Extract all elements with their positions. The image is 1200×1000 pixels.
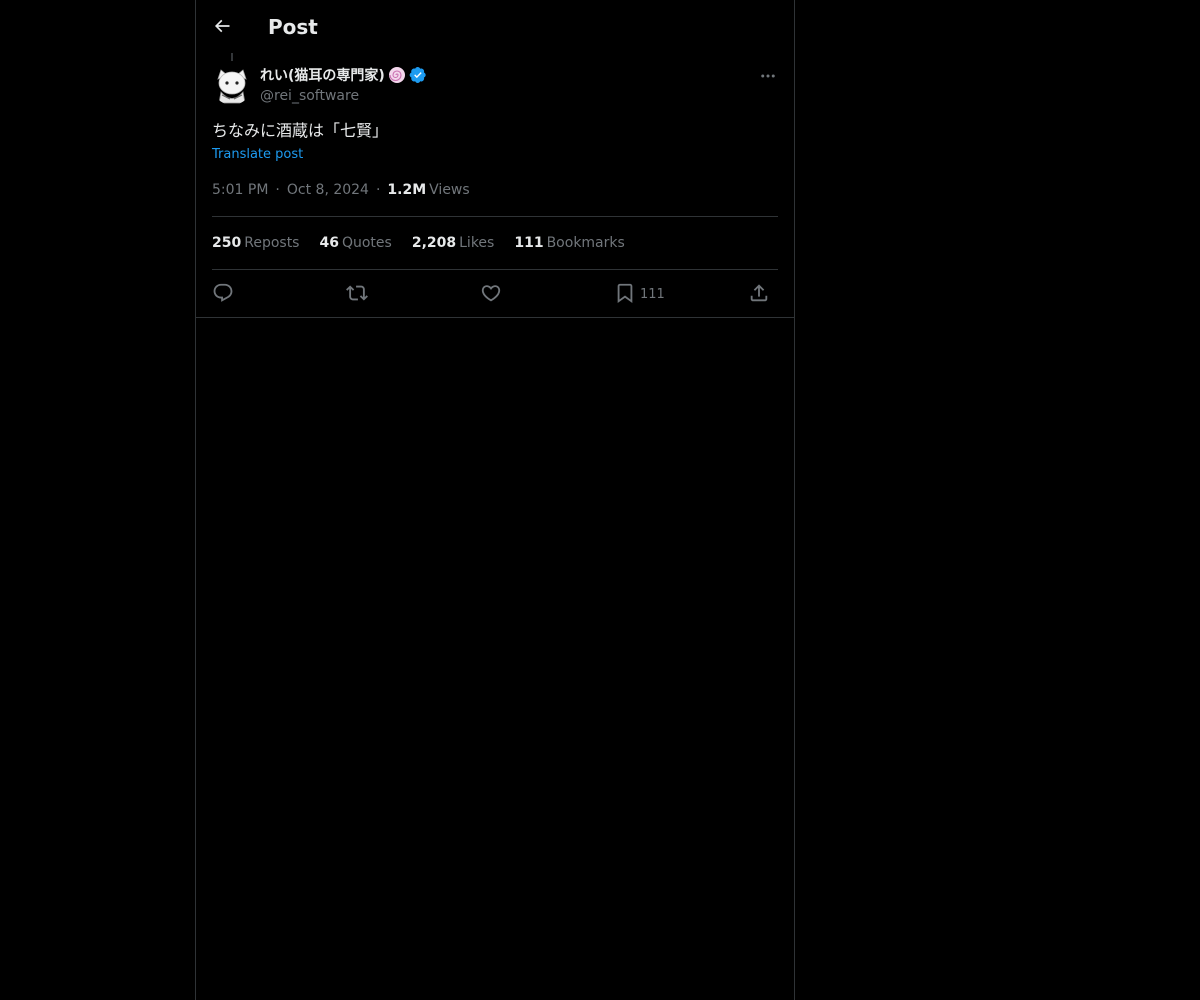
action-bar: 111: [212, 281, 778, 305]
reposts-stat[interactable]: 250 Reposts: [212, 233, 299, 253]
reposts-count: 250: [212, 235, 242, 251]
meta-separator: ·: [275, 182, 280, 198]
author-block: れい(猫耳の専門家) @rei_software: [260, 64, 427, 106]
quotes-stat[interactable]: 46 Quotes: [319, 233, 391, 253]
page-header: Post: [196, 0, 794, 53]
quotes-count: 46: [319, 235, 339, 251]
back-button[interactable]: [204, 8, 240, 44]
bookmark-count: 111: [640, 287, 665, 302]
engagement-stats: 250 Reposts 46 Quotes 2,208 Likes 111 Bookma…: [212, 233, 625, 253]
likes-stat[interactable]: 2,208 Likes: [412, 233, 495, 253]
more-horizontal-icon: [761, 74, 775, 78]
repost-button[interactable]: [346, 281, 368, 305]
post-bottom-border: [196, 317, 794, 318]
heart-icon: [481, 285, 501, 302]
bookmarks-label: Bookmarks: [546, 235, 625, 251]
main-column: Post れい(猫耳の専門家) @rei_software ちなみに酒蔵は「七賢…: [195, 0, 795, 1000]
reply-icon: [213, 283, 233, 302]
share-button[interactable]: [748, 281, 770, 305]
verified-badge-icon[interactable]: [409, 66, 427, 84]
meta-separator: ·: [375, 182, 381, 198]
post-date[interactable]: Oct 8, 2024: [287, 180, 369, 200]
divider: [212, 216, 778, 217]
arrow-left-icon: [214, 19, 230, 33]
like-button[interactable]: [480, 281, 502, 305]
post-meta: 5:01 PM · Oct 8, 2024 · 1.2M Views: [212, 180, 470, 200]
bookmark-icon: [617, 283, 633, 304]
likes-label: Likes: [459, 235, 495, 251]
likes-count: 2,208: [411, 235, 457, 251]
views-count: 1.2M: [387, 182, 427, 198]
avatar[interactable]: [212, 65, 252, 105]
more-options-button[interactable]: [756, 64, 780, 88]
bookmarks-stat[interactable]: 111 Bookmarks: [514, 233, 624, 253]
reply-button[interactable]: [212, 281, 234, 305]
name-row: れい(猫耳の専門家): [260, 64, 427, 85]
post-text: ちなみに酒蔵は「七賢」: [212, 121, 389, 140]
swirl-emoji-icon: [388, 66, 405, 83]
post-time[interactable]: 5:01 PM: [212, 180, 268, 200]
views-label: Views: [429, 182, 470, 198]
bookmarks-count: 111: [514, 235, 544, 251]
bookmark-button[interactable]: 111: [614, 281, 665, 305]
user-handle[interactable]: @rei_software: [260, 86, 427, 106]
display-name[interactable]: れい(猫耳の専門家): [260, 65, 385, 85]
repost-icon: [346, 285, 368, 301]
page-title: Post: [268, 15, 318, 39]
divider: [212, 269, 778, 270]
share-icon: [750, 284, 768, 302]
thread-connector: [231, 53, 233, 61]
translate-post-link[interactable]: Translate post: [212, 146, 303, 164]
quotes-label: Quotes: [341, 235, 392, 251]
reposts-label: Reposts: [244, 235, 300, 251]
